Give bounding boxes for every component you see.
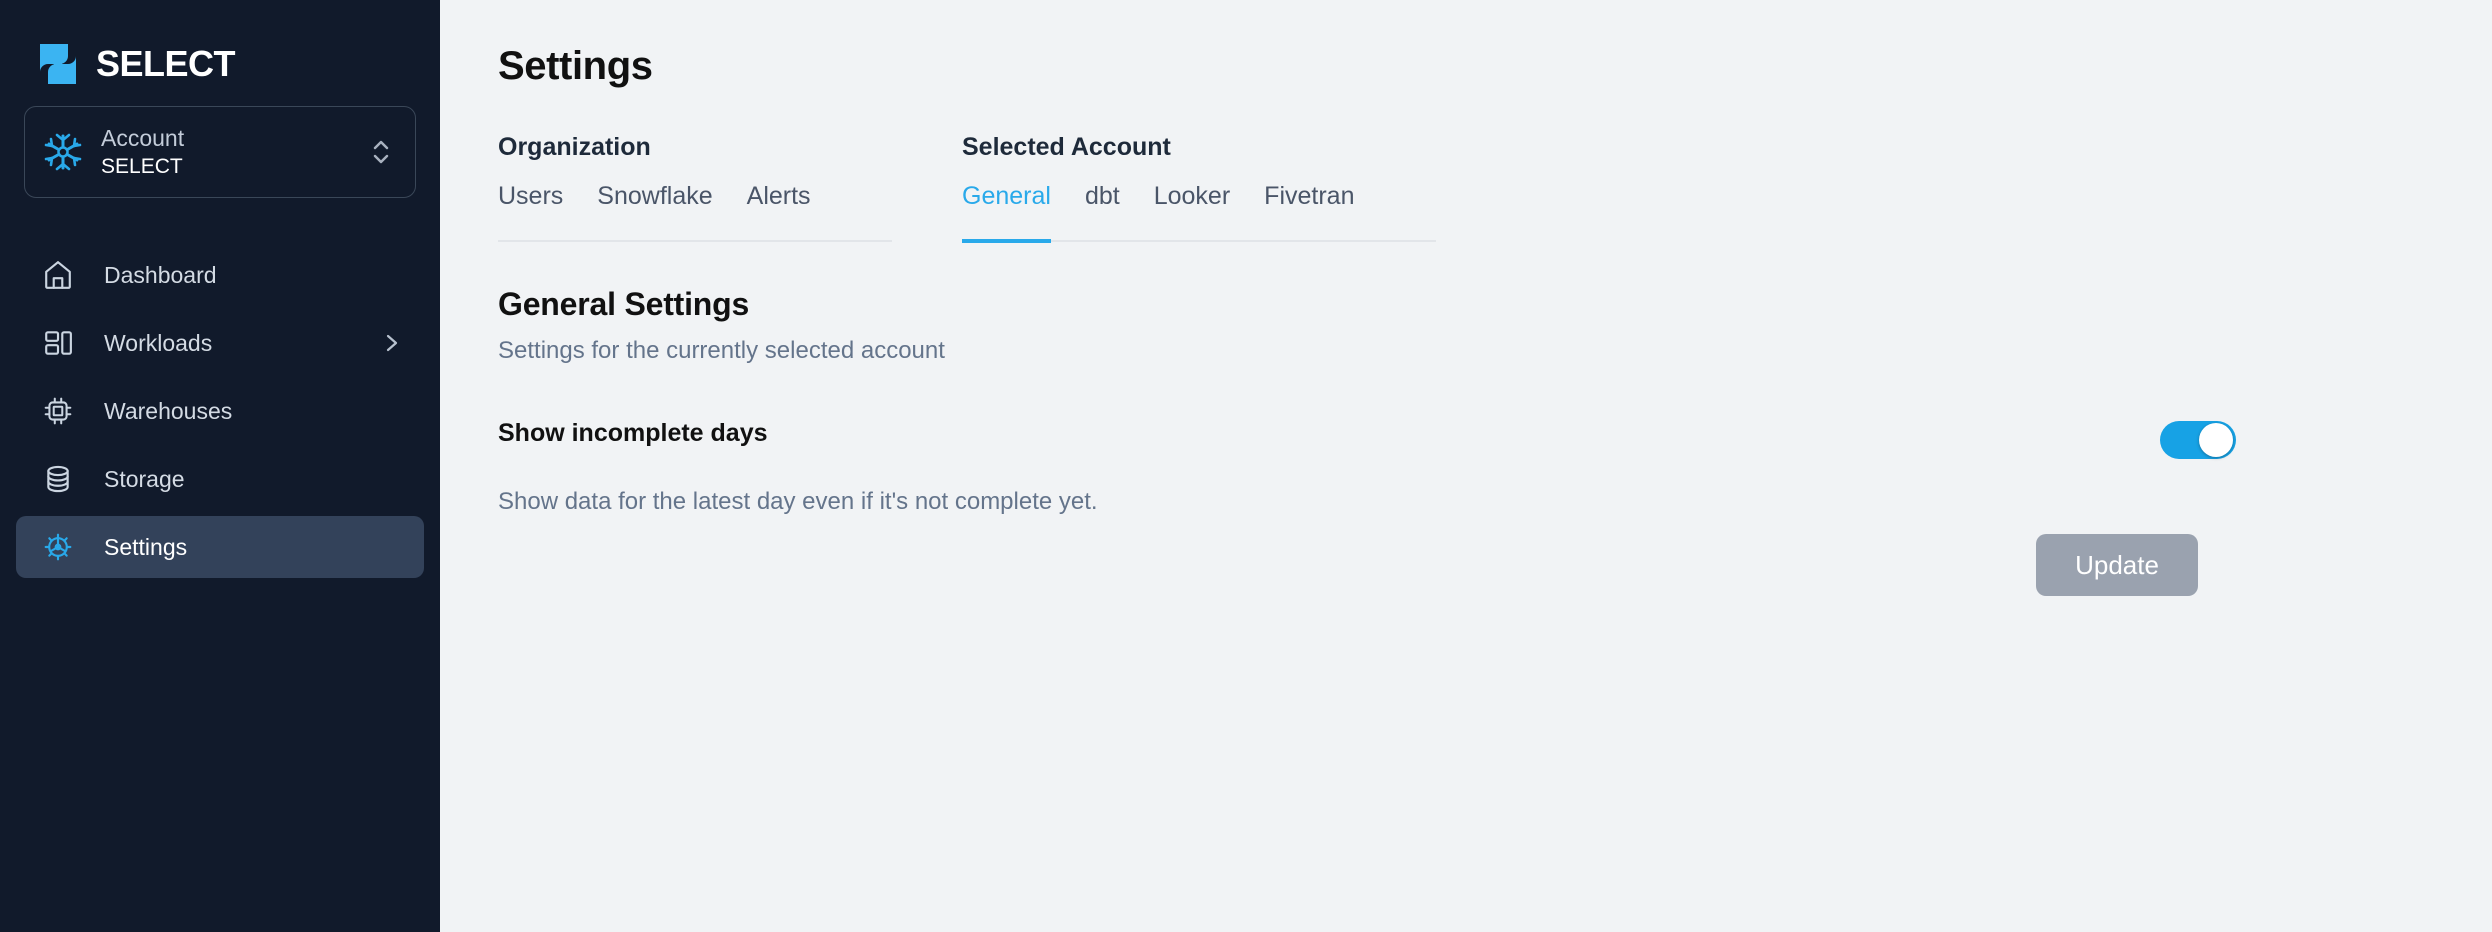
account-selector[interactable]: Account SELECT (24, 106, 416, 198)
account-selector-text: Account SELECT (101, 125, 351, 179)
tab-group-title: Organization (498, 133, 651, 161)
setting-show-incomplete-days: Show incomplete days Show data for the l… (498, 419, 2492, 516)
chevron-up-down-icon[interactable] (369, 135, 393, 169)
tab-group-selected-account: Selected Account General dbt Looker Five… (962, 133, 1436, 243)
cpu-chip-icon (38, 391, 78, 431)
sidebar-item-warehouses[interactable]: Warehouses (16, 380, 424, 442)
tab-snowflake[interactable]: Snowflake (597, 182, 712, 243)
tab-dbt[interactable]: dbt (1085, 182, 1120, 243)
account-selector-value: SELECT (101, 155, 183, 178)
tab-looker[interactable]: Looker (1154, 182, 1230, 243)
sidebar-item-settings[interactable]: Settings (16, 516, 424, 578)
sidebar-item-storage[interactable]: Storage (16, 448, 424, 510)
tab-group-title: Selected Account (962, 133, 1171, 161)
gear-icon (38, 527, 78, 567)
sidebar-item-label: Dashboard (104, 261, 217, 288)
sidebar-item-workloads[interactable]: Workloads (16, 312, 424, 374)
sidebar-item-label: Storage (104, 465, 185, 492)
update-button[interactable]: Update (2036, 534, 2198, 596)
tab-general[interactable]: General (962, 182, 1051, 243)
chevron-right-icon[interactable] (380, 332, 402, 354)
section-subtitle: Settings for the currently selected acco… (498, 337, 945, 364)
show-incomplete-days-toggle[interactable] (2160, 421, 2236, 459)
toggle-knob (2199, 423, 2233, 457)
main-content: Settings Organization Users Snowflake Al… (440, 0, 2492, 932)
tab-users[interactable]: Users (498, 182, 563, 243)
home-icon (38, 255, 78, 295)
page-title: Settings (498, 44, 653, 88)
brand-logo[interactable]: SELECT (16, 0, 424, 98)
sidebar: SELECT Account SELECT Dashboard Workload… (0, 0, 440, 932)
tab-alerts[interactable]: Alerts (747, 182, 811, 243)
layout-icon (38, 323, 78, 363)
sidebar-item-label: Warehouses (104, 397, 233, 424)
sidebar-item-dashboard[interactable]: Dashboard (16, 244, 424, 306)
sidebar-item-label: Settings (104, 533, 188, 560)
tab-row-organization: Users Snowflake Alerts (498, 182, 892, 242)
general-settings-section: General Settings Settings for the curren… (498, 286, 2492, 365)
section-title: General Settings (498, 286, 750, 322)
database-icon (38, 459, 78, 499)
account-selector-label: Account (101, 125, 185, 151)
snowflake-icon (43, 132, 83, 172)
setting-description: Show data for the latest day even if it'… (498, 488, 1098, 515)
select-s-logo-icon (38, 42, 78, 86)
tab-bars: Organization Users Snowflake Alerts Sele… (498, 133, 2492, 243)
sidebar-item-label: Workloads (104, 329, 213, 356)
tab-fivetran[interactable]: Fivetran (1264, 182, 1354, 243)
brand-name: SELECT (96, 43, 236, 84)
tab-group-organization: Organization Users Snowflake Alerts (498, 133, 892, 242)
tab-row-selected-account: General dbt Looker Fivetran (962, 182, 1436, 243)
sidebar-nav: Dashboard Workloads Warehouses Storage S… (16, 244, 424, 578)
